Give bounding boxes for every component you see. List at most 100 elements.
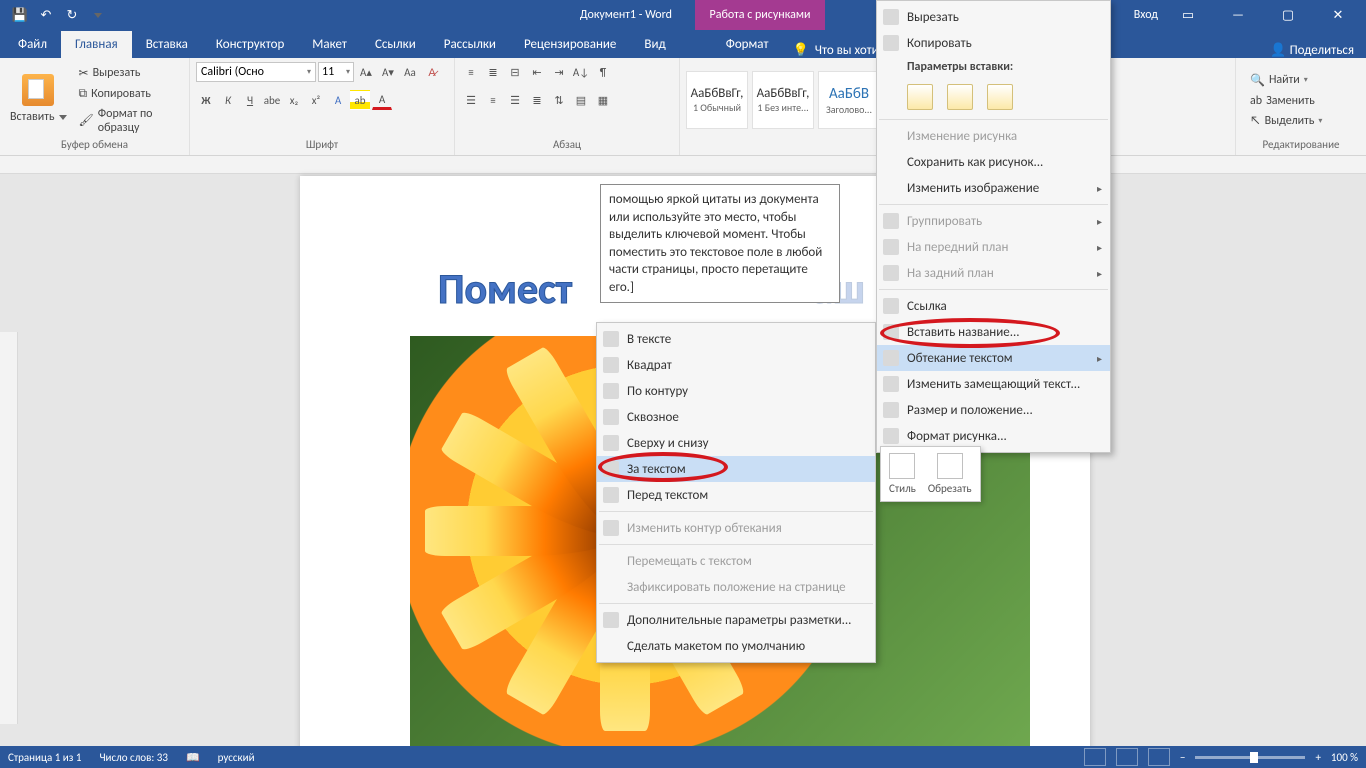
shading-icon[interactable]: ▤ [571, 90, 591, 110]
status-words[interactable]: Число слов: 33 [99, 751, 168, 764]
paste-opt-2[interactable] [947, 84, 973, 110]
wrap-tight[interactable]: По контуру [597, 378, 875, 404]
ctx-cut[interactable]: Вырезать [877, 4, 1110, 30]
increase-indent-icon[interactable]: ⇥ [549, 62, 569, 82]
zoom-level[interactable]: 100 % [1331, 751, 1358, 764]
cursor-icon: ↖ [1250, 114, 1261, 128]
paste-opt-1[interactable] [907, 84, 933, 110]
change-case-icon[interactable]: Aa [400, 62, 420, 82]
style-nospace[interactable]: АаБбВвГг,1 Без инте... [752, 71, 814, 129]
decrease-indent-icon[interactable]: ⇤ [527, 62, 547, 82]
strike-icon[interactable]: abe [262, 90, 282, 110]
align-right-icon[interactable]: ☰ [505, 90, 525, 110]
tab-insert[interactable]: Вставка [132, 31, 202, 58]
italic-icon[interactable]: К [218, 90, 238, 110]
tab-view[interactable]: Вид [630, 31, 679, 58]
tab-format[interactable]: Формат [712, 31, 783, 58]
wrap-set-default[interactable]: Сделать макетом по умолчанию [597, 633, 875, 659]
subscript-icon[interactable]: x₂ [284, 90, 304, 110]
grow-font-icon[interactable]: A▴ [356, 62, 376, 82]
ctx-copy[interactable]: Копировать [877, 30, 1110, 56]
maximize-icon[interactable]: ▢ [1268, 1, 1308, 29]
wrap-inline[interactable]: В тексте [597, 326, 875, 352]
line-spacing-icon[interactable]: ⇅ [549, 90, 569, 110]
style-h1[interactable]: АаБбВЗаголово... [818, 71, 880, 129]
tab-layout[interactable]: Макет [298, 31, 361, 58]
align-center-icon[interactable]: ≡ [483, 90, 503, 110]
tab-references[interactable]: Ссылки [361, 31, 430, 58]
tab-design[interactable]: Конструктор [202, 31, 298, 58]
paste-button[interactable]: Вставить [6, 108, 71, 126]
zoom-out-icon[interactable]: − [1180, 751, 1185, 764]
borders-icon[interactable]: ▦ [593, 90, 613, 110]
save-icon[interactable]: 💾 [8, 3, 32, 27]
ctx-size-position[interactable]: Размер и положение... [877, 397, 1110, 423]
status-language[interactable]: русский [218, 751, 255, 764]
find-button[interactable]: 🔍Найти ▾ [1246, 71, 1326, 90]
highlight-icon[interactable]: ab [350, 90, 370, 110]
login-link[interactable]: Вход [1134, 8, 1158, 22]
undo-icon[interactable]: ↶ [34, 3, 58, 27]
status-proofing-icon[interactable]: 📖 [186, 751, 200, 764]
wrap-infront[interactable]: Перед текстом [597, 482, 875, 508]
wrap-behind[interactable]: За текстом [597, 456, 875, 482]
ctx-wrap-text[interactable]: Обтекание текстом▸ [877, 345, 1110, 371]
ctx-save-as-picture[interactable]: Сохранить как рисунок... [877, 149, 1110, 175]
view-web-icon[interactable] [1148, 748, 1170, 766]
ctx-alt-text[interactable]: Изменить замещающий текст... [877, 371, 1110, 397]
vertical-ruler[interactable] [0, 332, 18, 724]
share-button[interactable]: 👤 Поделиться [1270, 43, 1354, 58]
tab-review[interactable]: Рецензирование [510, 31, 630, 58]
close-icon[interactable]: ✕ [1318, 1, 1358, 29]
tab-home[interactable]: Главная [61, 31, 132, 58]
bullets-icon[interactable]: ≡ [461, 62, 481, 82]
text-effects-icon[interactable]: A [328, 90, 348, 110]
view-print-icon[interactable] [1116, 748, 1138, 766]
bold-icon[interactable]: Ж [196, 90, 216, 110]
wrap-topbottom[interactable]: Сверху и снизу [597, 430, 875, 456]
replace-button[interactable]: abЗаменить [1246, 92, 1326, 110]
redo-icon[interactable]: ↻ [60, 3, 84, 27]
numbering-icon[interactable]: ≣ [483, 62, 503, 82]
paste-icon[interactable] [22, 74, 54, 106]
font-color-icon[interactable]: A [372, 90, 392, 110]
ctx-insert-caption[interactable]: Вставить название... [877, 319, 1110, 345]
align-left-icon[interactable]: ☰ [461, 90, 481, 110]
copy-button[interactable]: ⧉Копировать [75, 85, 183, 103]
paste-opt-3[interactable] [987, 84, 1013, 110]
tab-mailings[interactable]: Рассылки [430, 31, 510, 58]
zoom-in-icon[interactable]: + [1315, 751, 1320, 764]
superscript-icon[interactable]: x² [306, 90, 326, 110]
view-read-icon[interactable] [1084, 748, 1106, 766]
callout-textbox[interactable]: помощью яркой цитаты из документа или ис… [600, 184, 840, 303]
clear-format-icon[interactable]: A̷ [422, 62, 442, 82]
crop-float-button[interactable]: Обрезать [928, 453, 972, 495]
ribbon-options-icon[interactable]: ▭ [1168, 1, 1208, 29]
wrap-through[interactable]: Сквозное [597, 404, 875, 430]
shrink-font-icon[interactable]: A▾ [378, 62, 398, 82]
ctx-link[interactable]: Ссылка [877, 293, 1110, 319]
style-normal[interactable]: АаБбВвГг,1 Обычный [686, 71, 748, 129]
show-marks-icon[interactable]: ¶ [593, 62, 613, 82]
underline-icon[interactable]: Ч [240, 90, 260, 110]
wrap-square[interactable]: Квадрат [597, 352, 875, 378]
send-back-icon [883, 265, 899, 281]
zoom-slider[interactable] [1195, 756, 1305, 759]
font-name-select[interactable]: Calibri (Осно▾ [196, 62, 316, 82]
select-button[interactable]: ↖Выделить ▾ [1246, 112, 1326, 130]
format-painter-button[interactable]: 🖌Формат по образцу [75, 105, 183, 137]
font-size-select[interactable]: 11▾ [318, 62, 354, 82]
clipboard-group-label: Буфер обмена [6, 138, 183, 153]
ctx-change-image[interactable]: Изменить изображение▸ [877, 175, 1110, 201]
style-float-button[interactable]: Стиль [889, 453, 916, 495]
justify-icon[interactable]: ≣ [527, 90, 547, 110]
horizontal-ruler[interactable] [0, 156, 1366, 174]
multilevel-icon[interactable]: ⊟ [505, 62, 525, 82]
tab-file[interactable]: Файл [4, 31, 61, 58]
cut-button[interactable]: ✂Вырезать [75, 64, 183, 83]
sort-icon[interactable]: A↓ [571, 62, 591, 82]
minimize-icon[interactable]: — [1218, 1, 1258, 29]
qat-customize-icon[interactable] [86, 3, 110, 27]
wrap-more-layout[interactable]: Дополнительные параметры разметки... [597, 607, 875, 633]
status-page[interactable]: Страница 1 из 1 [8, 751, 81, 764]
